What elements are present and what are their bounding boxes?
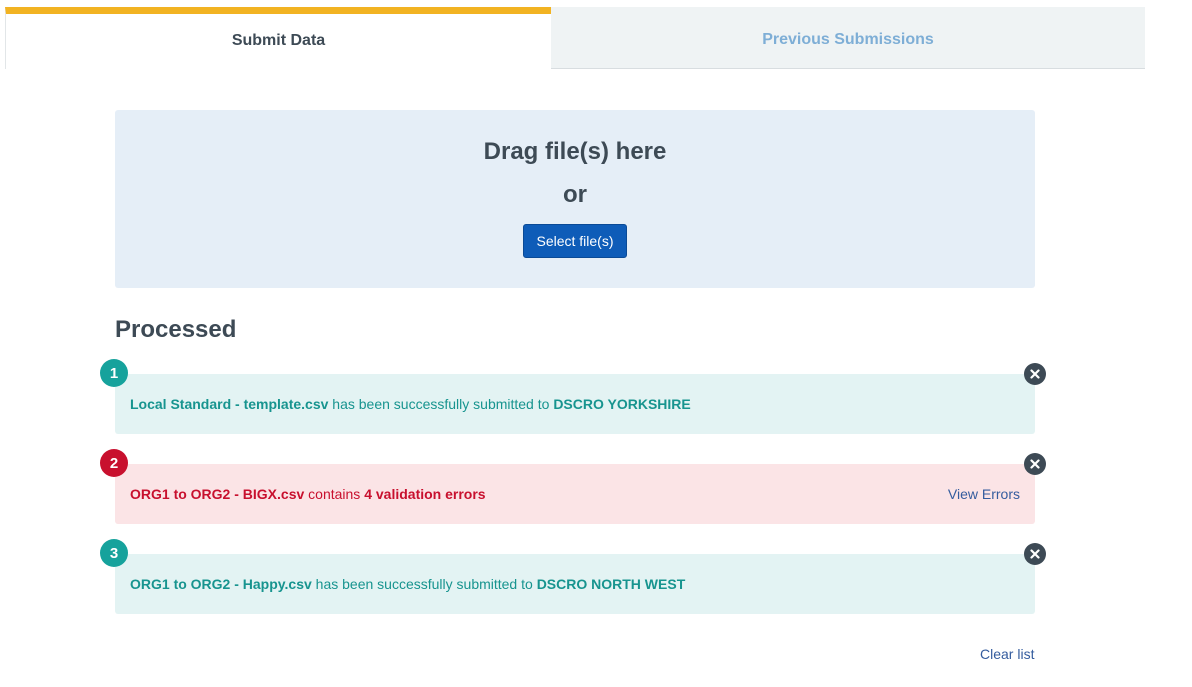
view-errors-link[interactable]: View Errors (948, 486, 1020, 502)
item-message-text: has been successfully submitted to (315, 576, 537, 592)
processed-heading: Processed (115, 316, 237, 343)
item-file-name: Local Standard - template.csv (130, 396, 329, 412)
item-message: ORG1 to ORG2 - BIGX.csv contains 4 valid… (130, 486, 486, 502)
processed-item: ORG1 to ORG2 - BIGX.csv contains 4 valid… (115, 464, 1035, 524)
select-files-button[interactable]: Select file(s) (523, 224, 627, 258)
tab-submit-data[interactable]: Submit Data (5, 7, 551, 69)
tab-previous-submissions[interactable]: Previous Submissions (551, 7, 1145, 69)
item-target: DSCRO YORKSHIRE (553, 396, 691, 412)
processed-item: ORG1 to ORG2 - Happy.csv has been succes… (115, 554, 1035, 614)
item-message: ORG1 to ORG2 - Happy.csv has been succes… (130, 576, 685, 592)
item-target: 4 validation errors (364, 486, 486, 502)
dropzone-title: Drag file(s) here (483, 138, 667, 165)
item-number-badge: 3 (100, 539, 128, 567)
close-icon[interactable] (1024, 453, 1046, 475)
item-message-text: has been successfully submitted to (332, 396, 554, 412)
file-dropzone[interactable]: Drag file(s) here or Select file(s) (115, 110, 1035, 288)
close-icon[interactable] (1024, 543, 1046, 565)
item-file-name: ORG1 to ORG2 - Happy.csv (130, 576, 312, 592)
close-icon[interactable] (1024, 363, 1046, 385)
processed-item: Local Standard - template.csv has been s… (115, 374, 1035, 434)
tab-bar: Submit Data Previous Submissions (5, 7, 1145, 69)
item-message-text: contains (308, 486, 365, 502)
item-message: Local Standard - template.csv has been s… (130, 396, 691, 412)
dropzone-or: or (563, 181, 587, 208)
item-number-badge: 2 (100, 449, 128, 477)
clear-list-link[interactable]: Clear list (980, 646, 1034, 662)
item-number-badge: 1 (100, 359, 128, 387)
item-file-name: ORG1 to ORG2 - BIGX.csv (130, 486, 305, 502)
item-target: DSCRO NORTH WEST (536, 576, 686, 592)
